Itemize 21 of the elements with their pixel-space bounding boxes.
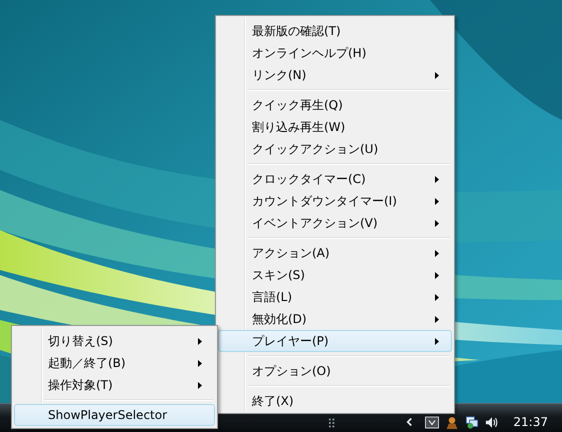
menu-item[interactable]: ShowPlayerSelector xyxy=(14,404,215,426)
menu-item[interactable]: プレイヤー(P) xyxy=(218,330,452,352)
menu-item[interactable]: カウントダウンタイマー(I) xyxy=(218,190,452,212)
menu-item[interactable]: オプション(O) xyxy=(218,360,452,382)
menu-item[interactable]: アクション(A) xyxy=(218,242,452,264)
menu-item[interactable]: クロックタイマー(C) xyxy=(218,168,452,190)
menu-item[interactable]: オンラインヘルプ(H) xyxy=(218,42,452,64)
menu-item[interactable]: 操作対象(T) xyxy=(14,374,215,396)
menu-item[interactable]: クイック再生(Q) xyxy=(218,94,452,116)
menu-item[interactable]: 終了(X) xyxy=(218,390,452,412)
menu-item[interactable]: クイックアクション(U) xyxy=(218,138,452,160)
menu-item[interactable]: 切り替え(S) xyxy=(14,330,215,352)
menu-item[interactable]: 無効化(D) xyxy=(218,308,452,330)
menu-item[interactable]: 言語(L) xyxy=(218,286,452,308)
clock[interactable]: 21:37 xyxy=(513,415,548,429)
menu-item[interactable]: 最新版の確認(T) xyxy=(218,20,452,42)
menu-item[interactable]: 割り込み再生(W) xyxy=(218,116,452,138)
menu-item[interactable]: スキン(S) xyxy=(218,264,452,286)
menu-item[interactable]: リンク(N) xyxy=(218,64,452,86)
menu-item[interactable]: イベントアクション(V) xyxy=(218,212,452,234)
menu-item[interactable]: 起動／終了(B) xyxy=(14,352,215,374)
